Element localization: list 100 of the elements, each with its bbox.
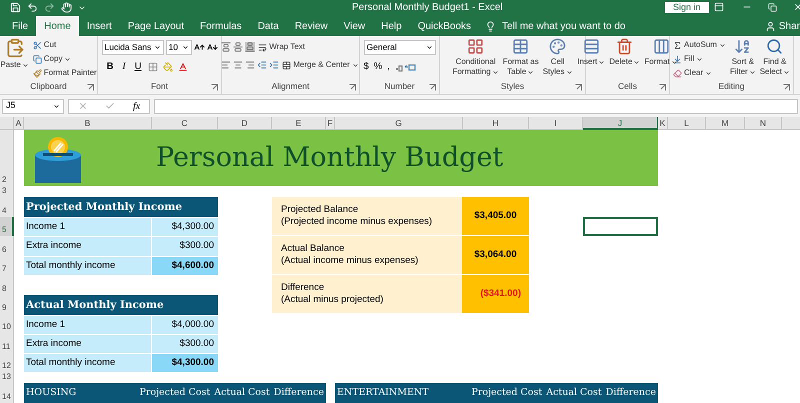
dialog-launcher-icon[interactable] xyxy=(429,84,436,91)
underline-button[interactable]: U xyxy=(134,60,142,74)
column-header[interactable]: D xyxy=(218,117,272,130)
column-header[interactable]: A xyxy=(14,117,24,130)
row-header[interactable]: 7 xyxy=(0,256,14,275)
grid-icon xyxy=(467,38,484,55)
save-icon[interactable] xyxy=(10,2,21,13)
row-header[interactable]: 13 xyxy=(0,372,14,383)
sort-filter-button[interactable]: Sort & Filter xyxy=(728,38,757,77)
insert-function-button[interactable]: fx xyxy=(132,98,140,114)
sign-in-button[interactable]: Sign in xyxy=(665,2,709,13)
borders-icon[interactable] xyxy=(148,62,158,72)
close-icon[interactable] xyxy=(793,2,800,12)
comma-button[interactable]: , xyxy=(387,60,390,74)
row-header[interactable]: 4 xyxy=(0,197,14,217)
column-header[interactable]: J xyxy=(583,117,658,130)
ribbon-display-icon[interactable] xyxy=(714,2,724,12)
cells-button[interactable]: Insert xyxy=(576,38,606,67)
format-painter-button[interactable]: Format Painter xyxy=(32,66,98,80)
currency-button[interactable]: $ xyxy=(364,60,369,74)
top-align-icon[interactable] xyxy=(221,42,232,52)
ribbon-tab[interactable]: View xyxy=(336,16,374,36)
column-header[interactable]: F xyxy=(326,117,335,130)
column-header[interactable]: N xyxy=(745,117,782,130)
ribbon-tab[interactable]: Data xyxy=(250,16,287,36)
shrink-font-icon[interactable] xyxy=(206,42,218,53)
ribbon-tab[interactable]: Review xyxy=(286,16,336,36)
grow-font-icon[interactable] xyxy=(194,42,204,53)
style-button[interactable]: Format as Table xyxy=(502,38,540,77)
restore-icon[interactable] xyxy=(768,3,777,12)
bold-button[interactable]: B xyxy=(106,60,114,74)
paste-button[interactable]: Paste xyxy=(0,38,30,70)
style-button[interactable]: Conditional Formatting xyxy=(451,38,500,77)
dialog-launcher-icon[interactable] xyxy=(87,84,94,91)
decimal-icon[interactable] xyxy=(394,62,417,72)
merge-center-button[interactable]: Merge & Center xyxy=(281,58,360,72)
table-header: HOUSING xyxy=(26,386,78,400)
column-header[interactable]: H xyxy=(463,117,529,130)
formula-input[interactable] xyxy=(154,98,798,114)
row-header[interactable]: 10 xyxy=(0,314,14,333)
increase-indent-icon[interactable] xyxy=(269,60,280,70)
row-header[interactable]: 2 xyxy=(0,158,14,186)
row-header[interactable]: 3 xyxy=(0,186,14,197)
name-box[interactable]: J5 xyxy=(2,98,64,114)
column-header[interactable]: E xyxy=(272,117,326,130)
row-header[interactable]: 11 xyxy=(0,333,14,353)
dialog-launcher-icon[interactable] xyxy=(659,84,666,91)
ribbon-tab[interactable]: File xyxy=(4,16,36,36)
window-title: Personal Monthly Budget1 - Excel xyxy=(352,1,503,15)
share-button[interactable]: Shar xyxy=(764,16,800,36)
copy-button[interactable]: Copy xyxy=(32,52,98,66)
font-size-dropdown[interactable]: 10 xyxy=(166,40,192,55)
ribbon-tab[interactable]: QuickBooks xyxy=(410,16,480,36)
align-center-icon[interactable] xyxy=(233,60,244,70)
row-header[interactable]: 14 xyxy=(0,383,14,403)
align-left-icon[interactable] xyxy=(221,60,232,70)
dialog-launcher-icon[interactable] xyxy=(349,84,356,91)
dialog-launcher-icon[interactable] xyxy=(575,84,582,91)
decrease-indent-icon[interactable] xyxy=(257,60,268,70)
cells-button[interactable]: Delete xyxy=(608,38,642,67)
clear-button[interactable]: Clear xyxy=(672,66,727,80)
group-label: Styles xyxy=(500,81,524,92)
row-header[interactable]: 9 xyxy=(0,295,14,314)
middle-align-icon[interactable] xyxy=(233,42,244,52)
ribbon-tab[interactable]: Help xyxy=(373,16,410,36)
cut-button[interactable]: Cut xyxy=(32,38,98,52)
style-button[interactable]: Cell Styles xyxy=(542,38,574,77)
column-header[interactable]: G xyxy=(335,117,463,130)
column-header[interactable]: B xyxy=(24,117,152,130)
ribbon-tab[interactable]: Formulas xyxy=(192,16,250,36)
tell-me-search[interactable]: Tell me what you want to do xyxy=(502,18,626,34)
group-label: Alignment xyxy=(272,81,310,92)
active-cell[interactable] xyxy=(583,217,658,236)
align-right-icon[interactable] xyxy=(245,60,256,70)
row-header[interactable]: 8 xyxy=(0,275,14,295)
column-header[interactable]: M xyxy=(706,117,745,130)
touch-mode-icon[interactable] xyxy=(61,2,72,13)
rows-icon xyxy=(582,38,600,55)
column-header[interactable]: L xyxy=(668,117,706,130)
ribbon-tab[interactable]: Home xyxy=(36,16,79,36)
wrap-text-button[interactable]: Wrap Text xyxy=(257,40,306,54)
italic-button[interactable]: I xyxy=(120,60,128,74)
font-name-dropdown[interactable]: Lucida Sans xyxy=(102,40,164,55)
dialog-launcher-icon[interactable] xyxy=(783,84,790,91)
row-header[interactable]: 12 xyxy=(0,353,14,372)
column-header[interactable]: C xyxy=(152,117,218,130)
bottom-align-icon[interactable] xyxy=(245,42,256,52)
fill-color-icon[interactable] xyxy=(162,62,172,72)
percent-button[interactable]: % xyxy=(374,60,382,74)
ribbon-tab[interactable]: Insert xyxy=(78,16,120,36)
find-select-button[interactable]: Find & Select xyxy=(758,38,791,77)
number-format-dropdown[interactable]: General xyxy=(364,40,436,55)
column-header[interactable]: I xyxy=(529,117,583,130)
undo-icon[interactable] xyxy=(27,2,38,13)
font-color-icon[interactable] xyxy=(178,62,188,72)
row-header[interactable]: 6 xyxy=(0,236,14,256)
dialog-launcher-icon[interactable] xyxy=(211,84,218,91)
column-header[interactable]: K xyxy=(658,117,668,130)
row-header[interactable]: 5 xyxy=(0,217,14,236)
ribbon-tab[interactable]: Page Layout xyxy=(120,16,192,36)
